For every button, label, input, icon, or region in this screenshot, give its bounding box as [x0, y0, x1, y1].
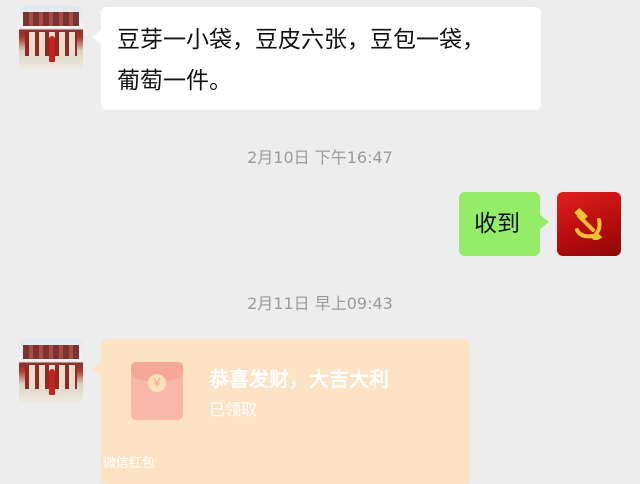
contact-avatar[interactable]: [19, 339, 83, 403]
red-packet-status: 已领取: [209, 400, 258, 419]
message-text-line1: 豆芽一小袋，豆皮六张，豆包一袋，: [117, 27, 485, 53]
red-envelope-icon: ¥: [131, 362, 183, 420]
red-packet-title: 恭喜发财，大吉大利: [209, 367, 389, 391]
outgoing-message-bubble[interactable]: 收到: [459, 192, 549, 256]
red-packet-card[interactable]: ¥ 恭喜发财，大吉大利 已领取 微信红包: [92, 339, 470, 484]
my-avatar[interactable]: [557, 192, 621, 256]
message-text-line2: 葡萄一件。: [117, 68, 232, 94]
contact-avatar[interactable]: [19, 6, 83, 70]
timestamp: 2月10日 下午16:47: [247, 148, 393, 167]
building-photo-avatar: [19, 339, 83, 403]
red-packet-footer: 微信红包: [103, 456, 156, 471]
reply-text: 收到: [474, 211, 520, 237]
hammer-sickle-icon: [574, 208, 603, 240]
incoming-message-bubble[interactable]: 豆芽一小袋，豆皮六张，豆包一袋， 葡萄一件。: [92, 7, 541, 110]
building-photo-avatar: [19, 6, 83, 70]
timestamp: 2月11日 早上09:43: [247, 294, 393, 313]
